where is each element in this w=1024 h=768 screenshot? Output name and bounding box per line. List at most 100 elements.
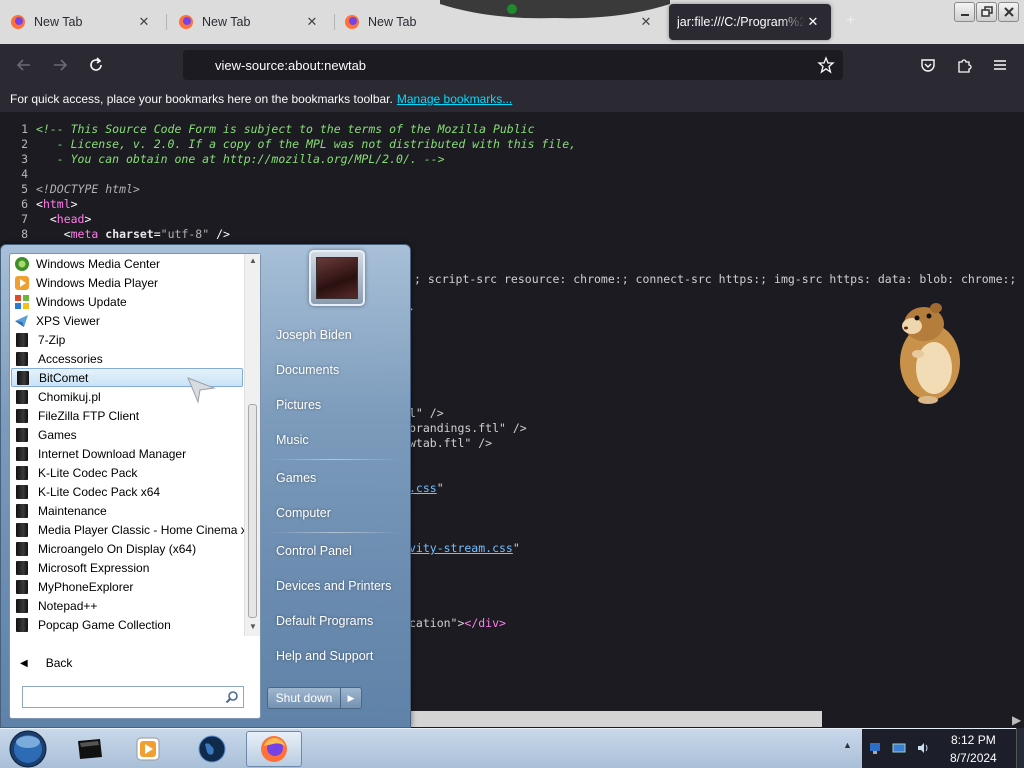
puzzle-icon [958,59,972,73]
tab-close-icon[interactable]: ✕ [805,14,821,30]
css-link[interactable]: vity-stream.css [409,541,513,555]
scroll-up-arrow-icon[interactable]: ▲ [247,256,259,268]
show-hidden-icons-arrow-icon[interactable]: ▲ [843,740,852,750]
tab-active-jar[interactable]: jar:file:///C:/Program%20 ✕ [669,4,831,40]
program-label: Internet Download Manager [38,446,187,461]
tab-label: New Tab [368,15,417,29]
pocket-button[interactable] [916,53,940,77]
folder-icon [16,427,28,442]
start-link-pictures[interactable]: Pictures [276,398,321,412]
back-button[interactable]: ◀ Back [10,652,244,674]
program-folder[interactable]: K-Lite Codec Pack [11,463,243,482]
forward-button[interactable] [48,53,72,77]
tab-close-icon[interactable]: ✕ [638,14,654,30]
folder-icon [16,560,28,575]
start-link-help-support[interactable]: Help and Support [276,649,373,663]
program-windows-media-player[interactable]: Windows Media Player [11,273,243,292]
taskbar-firefox-button[interactable] [246,731,302,767]
scroll-down-arrow-icon[interactable]: ▼ [247,622,259,634]
window-controls [954,2,1019,22]
tab-close-icon[interactable]: ✕ [136,14,152,30]
back-button[interactable] [12,53,36,77]
start-orb-icon[interactable] [4,729,50,768]
url-text[interactable]: view-source:about:newtab [215,58,366,73]
minimize-button[interactable] [954,2,975,22]
start-link-games[interactable]: Games [276,471,316,485]
program-windows-media-center[interactable]: Windows Media Center [11,254,243,273]
bookmark-star-icon[interactable] [817,56,835,74]
arrow-right-icon [54,59,68,71]
program-folder[interactable]: Microsoft Expression [11,558,243,577]
program-folder[interactable]: Notepad++ [11,596,243,615]
program-folder[interactable]: Accessories [11,349,243,368]
menu-button[interactable] [988,53,1012,77]
program-folder[interactable]: FileZilla FTP Client [11,406,243,425]
shutdown-label[interactable]: Shut down [268,688,341,708]
program-windows-update[interactable]: Windows Update [11,292,243,311]
shutdown-options-arrow-icon[interactable]: ▶ [341,688,361,708]
network-icon[interactable] [868,741,882,755]
tab-close-icon[interactable]: ✕ [304,14,320,30]
program-folder[interactable]: Media Player Classic - Home Cinema x64 [11,520,244,539]
program-label: Media Player Classic - Home Cinema x64 [38,522,244,537]
horizontal-scrollbar[interactable] [410,711,822,727]
restore-icon [980,6,993,17]
start-link-documents[interactable]: Documents [276,363,339,377]
hamster-desktop-pet[interactable] [880,298,970,408]
program-folder[interactable]: Microangelo On Display (x64) [11,539,243,558]
start-search-input[interactable] [22,686,244,708]
globe-icon [198,735,226,763]
close-window-button[interactable] [998,2,1019,22]
show-desktop-button[interactable] [1016,728,1024,768]
restore-button[interactable] [976,2,997,22]
back-arrow-icon: ◀ [20,657,28,669]
clock-time[interactable]: 8:12 PM [951,733,996,747]
program-folder[interactable]: MyPhoneExplorer [11,577,243,596]
manage-bookmarks-link[interactable]: Manage bookmarks... [397,92,512,106]
programs-scrollbar[interactable]: ▲ ▼ [244,254,260,636]
program-label: Microsoft Expression [38,560,150,575]
program-folder[interactable]: K-Lite Codec Pack x64 [11,482,243,501]
program-label: 7-Zip [38,332,66,347]
search-icon[interactable] [225,690,239,704]
program-folder[interactable]: 7-Zip [11,330,243,349]
program-folder[interactable]: Maintenance [11,501,243,520]
start-link-devices-printers[interactable]: Devices and Printers [276,579,391,593]
scroll-right-arrow-icon[interactable]: ▶ [1012,713,1021,727]
start-link-default-programs[interactable]: Default Programs [276,614,373,628]
program-label: Popcap Game Collection [38,617,171,632]
shutdown-button[interactable]: Shut down ▶ [267,687,362,709]
program-xps-viewer[interactable]: XPS Viewer [11,311,243,330]
taskbar-media-player-button[interactable] [120,731,176,767]
start-link-music[interactable]: Music [276,433,309,447]
tab-newtab-2[interactable]: New Tab ✕ [168,4,330,40]
start-link-computer[interactable]: Computer [276,506,331,520]
folder-icon [16,598,28,613]
program-folder[interactable]: Games [11,425,243,444]
folder-icon [16,446,28,461]
new-tab-plus-icon[interactable]: + [846,12,855,30]
tab-strip: New Tab ✕ New Tab ✕ New Tab ✕ jar:file:/… [0,0,1024,44]
user-avatar[interactable] [309,250,365,306]
monitor-icon[interactable] [892,741,906,755]
program-label: Accessories [38,351,103,366]
firefox-icon [11,15,25,29]
url-bar[interactable]: view-source:about:newtab [183,50,843,80]
extensions-button[interactable] [952,53,976,77]
program-folder[interactable]: Internet Download Manager [11,444,243,463]
program-folder[interactable]: Popcap Game Collection [11,615,243,634]
volume-icon[interactable] [916,741,930,755]
taskbar-explorer-button[interactable] [62,731,118,767]
scrollbar-thumb[interactable] [248,404,257,618]
start-link-user[interactable]: Joseph Biden [276,328,352,342]
tab-newtab-3[interactable]: New Tab ✕ [334,4,664,40]
program-label: MyPhoneExplorer [38,579,134,594]
tab-newtab-1[interactable]: New Tab ✕ [0,4,162,40]
taskbar-globe-button[interactable] [184,731,240,767]
program-label: Chomikuj.pl [38,389,101,404]
css-link[interactable]: .css [409,481,437,495]
clock-date[interactable]: 8/7/2024 [950,751,997,765]
reload-button[interactable] [84,53,108,77]
folder-icon [16,522,28,537]
start-link-control-panel[interactable]: Control Panel [276,544,352,558]
